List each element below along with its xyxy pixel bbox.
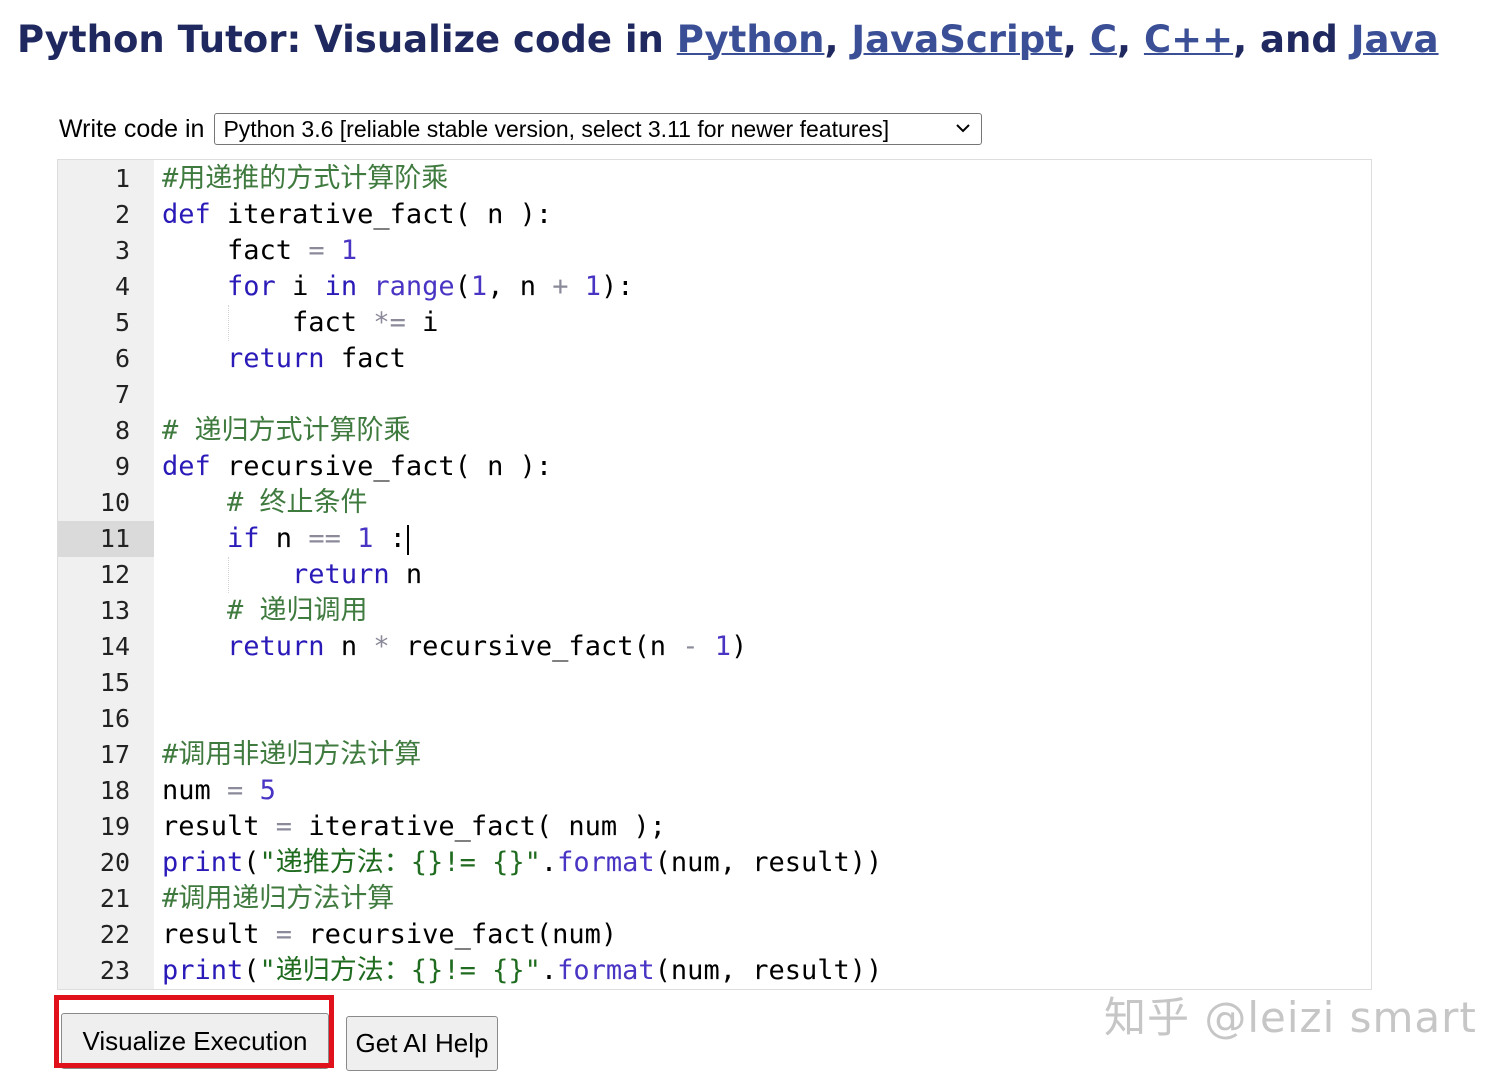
code-text: #调用递归方法计算 bbox=[162, 883, 395, 914]
line-number: 3 bbox=[114, 236, 130, 265]
code-text: return fact bbox=[227, 343, 406, 374]
line-number: 4 bbox=[114, 272, 130, 301]
line-number: 19 bbox=[99, 812, 130, 841]
line-number: 17 bbox=[99, 740, 130, 769]
indent-guide bbox=[228, 305, 229, 341]
code-editor[interactable]: 1 #用递推的方式计算阶乘 2 def iterative_fact( n ): 3 f… bbox=[57, 159, 1372, 990]
code-text: if n == 1 : bbox=[162, 521, 409, 557]
code-line[interactable]: 12 return n bbox=[58, 557, 1371, 593]
line-number: 1 bbox=[114, 164, 130, 193]
code-line[interactable]: 16 bbox=[58, 701, 1371, 737]
code-line[interactable]: 14 return n * recursive_fact(n - 1) bbox=[58, 629, 1371, 665]
line-number: 9 bbox=[114, 452, 130, 481]
link-java[interactable]: Java bbox=[1351, 18, 1439, 61]
code-line[interactable]: 5 fact *= i bbox=[58, 305, 1371, 341]
code-text: # 递归调用 bbox=[227, 595, 368, 626]
code-line[interactable]: 2 def iterative_fact( n ): bbox=[58, 197, 1371, 233]
get-ai-help-button[interactable]: Get AI Help bbox=[346, 1016, 498, 1071]
language-row: Write code in Python 3.6 [reliable stabl… bbox=[59, 112, 983, 146]
code-text: print("递推方法：{}!= {}".format(num, result)… bbox=[162, 847, 883, 878]
line-number: 14 bbox=[99, 632, 130, 661]
line-number: 18 bbox=[99, 776, 130, 805]
code-line[interactable]: 1 #用递推的方式计算阶乘 bbox=[58, 161, 1371, 197]
link-javascript[interactable]: JavaScript bbox=[851, 18, 1063, 61]
title-separator: , bbox=[1117, 18, 1144, 61]
code-line[interactable]: 20 print("递推方法：{}!= {}".format(num, resul… bbox=[58, 845, 1371, 881]
link-python[interactable]: Python bbox=[677, 18, 825, 61]
title-prefix: Python Tutor: Visualize code in bbox=[17, 18, 677, 61]
line-number: 13 bbox=[99, 596, 130, 625]
code-line[interactable]: 7 bbox=[58, 377, 1371, 413]
code-line[interactable]: 6 return fact bbox=[58, 341, 1371, 377]
chevron-down-icon bbox=[956, 124, 971, 133]
line-number: 20 bbox=[99, 848, 130, 877]
title-separator: , bbox=[1062, 18, 1090, 61]
code-line[interactable]: 13 # 递归调用 bbox=[58, 593, 1371, 629]
indent-guide bbox=[228, 557, 229, 593]
code-text: for i in range(1, n + 1): bbox=[227, 271, 634, 302]
language-select[interactable]: Python 3.6 [reliable stable version, sel… bbox=[214, 113, 983, 145]
watermark: 知乎 @leizi smart bbox=[1104, 993, 1477, 1042]
line-number: 12 bbox=[99, 560, 130, 589]
line-number: 10 bbox=[99, 488, 130, 517]
code-text: def iterative_fact( n ): bbox=[162, 199, 553, 230]
line-number: 7 bbox=[114, 380, 130, 409]
code-line[interactable]: 22 result = recursive_fact(num) bbox=[58, 917, 1371, 953]
line-number: 2 bbox=[114, 200, 130, 229]
line-number: 21 bbox=[99, 884, 130, 913]
title-separator: , bbox=[824, 18, 852, 61]
code-text: num = 5 bbox=[162, 775, 276, 806]
line-number: 5 bbox=[114, 308, 130, 337]
language-label: Write code in bbox=[59, 114, 205, 143]
code-text: def recursive_fact( n ): bbox=[162, 451, 553, 482]
line-number: 16 bbox=[99, 704, 130, 733]
code-text: result = iterative_fact( num ); bbox=[162, 811, 666, 842]
code-line[interactable]: 8 # 递归方式计算阶乘 bbox=[58, 413, 1371, 449]
code-line[interactable]: 17 #调用非递归方法计算 bbox=[58, 737, 1371, 773]
link-c[interactable]: C bbox=[1090, 18, 1117, 61]
code-text: # 递归方式计算阶乘 bbox=[162, 415, 411, 446]
code-line[interactable]: 9 def recursive_fact( n ): bbox=[58, 449, 1371, 485]
page-title: Python Tutor: Visualize code in Python , … bbox=[17, 16, 1439, 64]
code-text: return n * recursive_fact(n - 1) bbox=[227, 631, 748, 662]
title-separator: , and bbox=[1233, 18, 1351, 61]
code-text: print("递归方法：{}!= {}".format(num, result)… bbox=[162, 955, 883, 986]
highlight-box bbox=[54, 995, 334, 1068]
line-number: 15 bbox=[99, 668, 130, 697]
line-number: 8 bbox=[114, 416, 130, 445]
line-number: 23 bbox=[99, 956, 130, 985]
line-number: 22 bbox=[99, 920, 130, 949]
code-line[interactable]: 21 #调用递归方法计算 bbox=[58, 881, 1371, 917]
text-cursor bbox=[406, 524, 409, 555]
code-text: #用递推的方式计算阶乘 bbox=[162, 163, 449, 194]
code-text: #调用非递归方法计算 bbox=[162, 739, 422, 770]
code-line[interactable]: 3 fact = 1 bbox=[58, 233, 1371, 269]
code-text: fact *= i bbox=[162, 307, 439, 338]
code-line[interactable]: 4 for i in range(1, n + 1): bbox=[58, 269, 1371, 305]
language-select-value: Python 3.6 [reliable stable version, sel… bbox=[223, 115, 890, 142]
code-line[interactable]: 19 result = iterative_fact( num ); bbox=[58, 809, 1371, 845]
code-line[interactable]: 15 bbox=[58, 665, 1371, 701]
code-line[interactable]: 11 if n == 1 : bbox=[58, 521, 1371, 557]
link-cpp[interactable]: C++ bbox=[1144, 18, 1233, 61]
code-text: fact = 1 bbox=[162, 235, 358, 266]
line-number: 6 bbox=[114, 344, 130, 373]
code-text: return n bbox=[292, 559, 423, 590]
code-line[interactable]: 18 num = 5 bbox=[58, 773, 1371, 809]
code-text: # 终止条件 bbox=[227, 487, 368, 518]
code-text: result = recursive_fact(num) bbox=[162, 919, 618, 950]
line-number: 11 bbox=[58, 521, 154, 557]
code-line[interactable]: 10 # 终止条件 bbox=[58, 485, 1371, 521]
